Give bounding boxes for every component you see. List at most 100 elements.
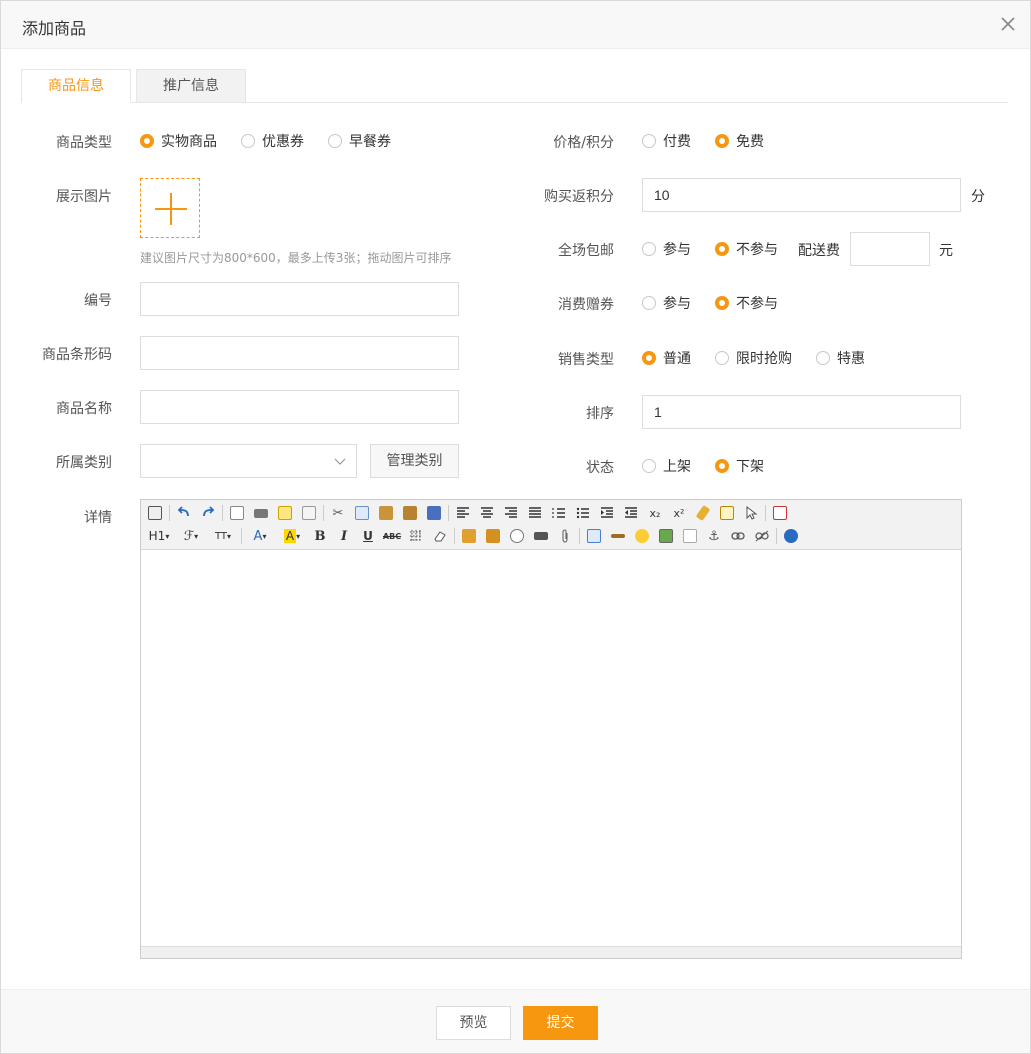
horizontal-rule-icon[interactable]: [608, 526, 628, 546]
coupon-gift-label: 消费赠券: [558, 297, 614, 313]
image-hint: 建议图片尺寸为800*600，最多上传3张；拖动图片可排序: [140, 251, 452, 265]
radio-on-shelf[interactable]: 上架: [642, 456, 691, 476]
close-icon[interactable]: [1000, 16, 1016, 32]
paste-text-icon[interactable]: [400, 503, 420, 523]
category-select[interactable]: [140, 444, 357, 478]
align-center-icon[interactable]: [477, 503, 497, 523]
link-icon[interactable]: [728, 526, 748, 546]
insert-image-icon[interactable]: [459, 526, 479, 546]
attachment-icon[interactable]: [555, 526, 575, 546]
name-label: 商品名称: [56, 401, 112, 417]
rebate-label: 购买返积分: [544, 189, 614, 205]
radio-shipping-join[interactable]: 参与: [642, 239, 691, 259]
submit-button[interactable]: 提交: [523, 1006, 598, 1040]
paste-word-icon[interactable]: [424, 503, 444, 523]
detail-label: 详情: [84, 510, 112, 526]
preview-icon[interactable]: [227, 503, 247, 523]
italic-icon[interactable]: I: [334, 526, 354, 546]
radio-paid[interactable]: 付费: [642, 131, 691, 151]
preview-button[interactable]: 预览: [436, 1006, 511, 1040]
radio-gift-join[interactable]: 参与: [642, 293, 691, 313]
copy-icon[interactable]: [352, 503, 372, 523]
radio-dot: [642, 242, 656, 256]
tab-product-info[interactable]: 商品信息: [21, 69, 131, 103]
redo-icon[interactable]: [198, 503, 218, 523]
ordered-list-icon[interactable]: [549, 503, 569, 523]
border-icon[interactable]: [406, 526, 426, 546]
radio-normal[interactable]: 普通: [642, 348, 691, 368]
chevron-down-icon: [334, 458, 346, 465]
radio-flash-sale[interactable]: 限时抢购: [715, 348, 792, 368]
superscript-icon[interactable]: x²: [669, 503, 689, 523]
table-icon[interactable]: [584, 526, 604, 546]
tab-bar: 商品信息 推广信息: [21, 69, 1008, 103]
radio-dot: [715, 459, 729, 473]
bold-icon[interactable]: B: [310, 526, 330, 546]
emoticon-icon[interactable]: [632, 526, 652, 546]
underline-icon[interactable]: U: [358, 526, 378, 546]
barcode-input[interactable]: [140, 336, 459, 370]
video-icon[interactable]: [531, 526, 551, 546]
undo-icon[interactable]: [174, 503, 194, 523]
sale-type-radios: 普通 限时抢购 特惠: [642, 348, 889, 368]
font-color-dropdown[interactable]: A ▾: [246, 526, 274, 546]
eraser-icon[interactable]: [430, 526, 450, 546]
paste-icon[interactable]: [376, 503, 396, 523]
font-size-dropdown[interactable]: TT ▾: [209, 526, 237, 546]
page-break-icon[interactable]: [680, 526, 700, 546]
radio-dot: [642, 351, 656, 365]
map-icon[interactable]: [656, 526, 676, 546]
align-justify-icon[interactable]: [525, 503, 545, 523]
subscript-icon[interactable]: x₂: [645, 503, 665, 523]
radio-gift-not-join[interactable]: 不参与: [715, 293, 778, 313]
radio-physical[interactable]: 实物商品: [140, 131, 217, 151]
tab-promotion-info[interactable]: 推广信息: [136, 69, 246, 103]
select-all-icon[interactable]: [717, 503, 737, 523]
code-label: 编号: [84, 293, 112, 309]
multi-image-icon[interactable]: [483, 526, 503, 546]
print-icon[interactable]: [251, 503, 271, 523]
shipping-fee-input[interactable]: [850, 232, 930, 266]
unlink-icon[interactable]: [752, 526, 772, 546]
radio-shipping-not-join[interactable]: 不参与: [715, 239, 778, 259]
sort-input[interactable]: [642, 395, 961, 429]
editor-content-area[interactable]: [141, 550, 961, 946]
cut-icon[interactable]: ✂: [328, 503, 348, 523]
dialog-footer: 预览 提交: [1, 989, 1030, 1053]
template-icon[interactable]: [275, 503, 295, 523]
coupon-gift-radios: 参与 不参与: [642, 293, 802, 313]
cursor-icon[interactable]: [741, 503, 761, 523]
heading-dropdown[interactable]: H1 ▾: [145, 526, 173, 546]
anchor-icon[interactable]: ⚓: [704, 526, 724, 546]
font-family-dropdown[interactable]: ℱ ▾: [177, 526, 205, 546]
source-icon[interactable]: [145, 503, 165, 523]
image-upload-button[interactable]: [140, 178, 200, 238]
radio-dot: [241, 134, 255, 148]
radio-dot: [715, 351, 729, 365]
align-right-icon[interactable]: [501, 503, 521, 523]
product-type-label: 商品类型: [56, 135, 112, 151]
rebate-input[interactable]: [642, 178, 961, 212]
radio-special[interactable]: 特惠: [816, 348, 865, 368]
unordered-list-icon[interactable]: [573, 503, 593, 523]
help-icon[interactable]: [781, 526, 801, 546]
fullscreen-icon[interactable]: [770, 503, 790, 523]
indent-icon[interactable]: [597, 503, 617, 523]
radio-off-shelf[interactable]: 下架: [715, 456, 764, 476]
scrawl-icon[interactable]: [507, 526, 527, 546]
manage-category-button[interactable]: 管理类别: [370, 444, 459, 478]
radio-breakfast[interactable]: 早餐券: [328, 131, 391, 151]
outdent-icon[interactable]: [621, 503, 641, 523]
strikethrough-icon[interactable]: ABC: [382, 526, 402, 546]
editor-resize-bar[interactable]: [141, 946, 961, 958]
free-shipping-radios: 参与 不参与: [642, 239, 798, 259]
align-left-icon[interactable]: [453, 503, 473, 523]
code-input[interactable]: [140, 282, 459, 316]
background-color-dropdown[interactable]: A ▾: [278, 526, 306, 546]
free-shipping-label: 全场包邮: [558, 243, 614, 259]
radio-coupon[interactable]: 优惠券: [241, 131, 304, 151]
radio-free[interactable]: 免费: [715, 131, 764, 151]
name-input[interactable]: [140, 390, 459, 424]
code-icon[interactable]: [299, 503, 319, 523]
clear-format-icon[interactable]: [693, 503, 713, 523]
